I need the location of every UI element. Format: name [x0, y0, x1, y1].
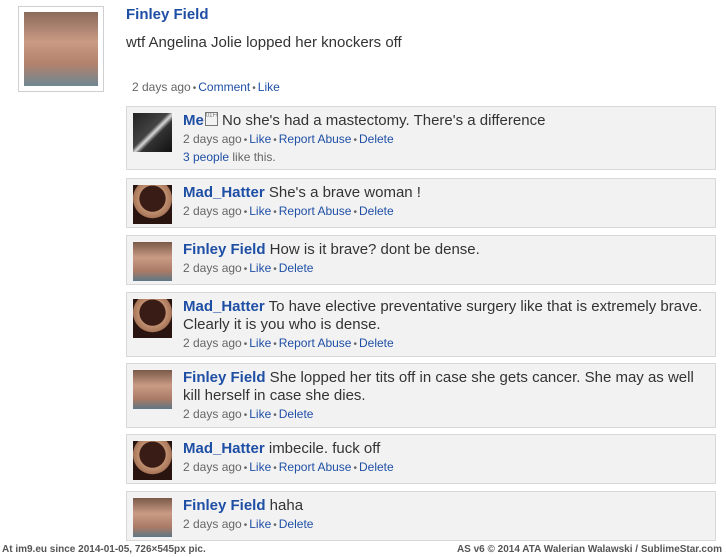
comment-meta: 2 days ago • Like • Report Abuse • Delete: [183, 460, 394, 474]
comment-author[interactable]: Me: [183, 112, 204, 129]
comment-author[interactable]: Mad_Hatter: [183, 298, 265, 315]
report-abuse-link[interactable]: Report Abuse: [279, 460, 352, 474]
comment-item: Mad_Hatter She's a brave woman ! 2 days …: [126, 178, 716, 228]
comment-timestamp: 2 days ago: [183, 132, 242, 146]
commenter-avatar[interactable]: [133, 185, 172, 224]
delete-link[interactable]: Delete: [279, 407, 314, 421]
comment-text: haha: [265, 497, 304, 514]
comment-link[interactable]: Comment: [198, 80, 250, 94]
comment-timestamp: 2 days ago: [183, 204, 242, 218]
report-abuse-link[interactable]: Report Abuse: [279, 336, 352, 350]
comment-timestamp: 2 days ago: [183, 261, 242, 275]
footer-right-text: AS v6 © 2014 ATA Walerian Walawski / Sub…: [456, 544, 722, 555]
commenter-avatar[interactable]: [133, 113, 172, 152]
footer-left-text: At im9.eu since 2014-01-05, 726×545px pi…: [2, 544, 206, 555]
comment-timestamp: 2 days ago: [183, 336, 242, 350]
likes-summary: 3 people like this.: [183, 149, 707, 166]
like-link[interactable]: Like: [249, 204, 271, 218]
comment-timestamp: 2 days ago: [183, 460, 242, 474]
comment-author[interactable]: Mad_Hatter: [183, 440, 265, 457]
comment-meta: 2 days ago • Like • Report Abuse • Delete: [183, 204, 394, 218]
comment-meta: 2 days ago • Like • Delete: [183, 517, 314, 531]
comment-text: She's a brave woman !: [264, 184, 421, 201]
likes-suffix: like this.: [229, 150, 276, 164]
like-link[interactable]: Like: [249, 336, 271, 350]
comment-text: imbecile. fuck off: [264, 440, 381, 457]
comment-item: Mad_Hatter imbecile. fuck off 2 days ago…: [126, 434, 716, 484]
comment-text: No she's had a mastectomy. There's a dif…: [217, 112, 546, 129]
commenter-avatar[interactable]: [133, 498, 172, 537]
comment-meta: 2 days ago • Like • Delete: [183, 407, 314, 421]
commenter-avatar[interactable]: [133, 299, 172, 338]
comment-item: Finley Field haha 2 days ago • Like • Delete: [126, 491, 716, 541]
delete-link[interactable]: Delete: [359, 460, 394, 474]
comment-text: How is it brave? dont be dense.: [265, 241, 480, 258]
comment-author[interactable]: Finley Field: [183, 241, 266, 258]
comment-item: Finley Field How is it brave? dont be de…: [126, 235, 716, 285]
comment-author[interactable]: Finley Field: [183, 369, 266, 386]
delete-link[interactable]: Delete: [359, 132, 394, 146]
delete-link[interactable]: Delete: [359, 204, 394, 218]
separator-dot: •: [252, 83, 256, 94]
commenter-avatar[interactable]: [133, 242, 172, 281]
comment-item: Me01F600 No she's had a mastectomy. Ther…: [126, 106, 716, 170]
comment-timestamp: 2 days ago: [183, 517, 242, 531]
avatar-photo: [24, 12, 98, 86]
separator-dot: •: [192, 83, 197, 94]
comment-meta: 2 days ago • Like • Report Abuse • Delete: [183, 336, 394, 350]
post-author-avatar[interactable]: [18, 6, 104, 92]
comment-meta: 2 days ago • Like • Report Abuse • Delete: [183, 132, 394, 146]
post-author-name[interactable]: Finley Field: [126, 6, 209, 23]
report-abuse-link[interactable]: Report Abuse: [279, 132, 352, 146]
commenter-avatar[interactable]: [133, 370, 172, 409]
unrendered-glyph-box: 01F600: [204, 112, 218, 126]
delete-link[interactable]: Delete: [359, 336, 394, 350]
comment-author[interactable]: Finley Field: [183, 497, 266, 514]
like-link[interactable]: Like: [249, 261, 271, 275]
post-text: wtf Angelina Jolie lopped her knockers o…: [126, 34, 402, 51]
comment-timestamp: 2 days ago: [183, 407, 242, 421]
comment-item: Mad_Hatter To have elective preventative…: [126, 292, 716, 357]
post-meta: 2 days ago • Comment • Like: [132, 80, 280, 94]
like-link[interactable]: Like: [249, 132, 271, 146]
report-abuse-link[interactable]: Report Abuse: [279, 204, 352, 218]
delete-link[interactable]: Delete: [279, 517, 314, 531]
like-link[interactable]: Like: [249, 407, 271, 421]
watermark-footer: At im9.eu since 2014-01-05, 726×545px pi…: [0, 543, 726, 557]
commenter-avatar[interactable]: [133, 441, 172, 480]
delete-link[interactable]: Delete: [279, 261, 314, 275]
comment-meta: 2 days ago • Like • Delete: [183, 261, 314, 275]
like-link[interactable]: Like: [258, 80, 280, 94]
like-link[interactable]: Like: [249, 460, 271, 474]
post-timestamp: 2 days ago: [132, 80, 191, 94]
comment-author[interactable]: Mad_Hatter: [183, 184, 265, 201]
likes-people-link[interactable]: 3 people: [183, 150, 229, 164]
like-link[interactable]: Like: [249, 517, 271, 531]
comment-item: Finley Field She lopped her tits off in …: [126, 363, 716, 428]
